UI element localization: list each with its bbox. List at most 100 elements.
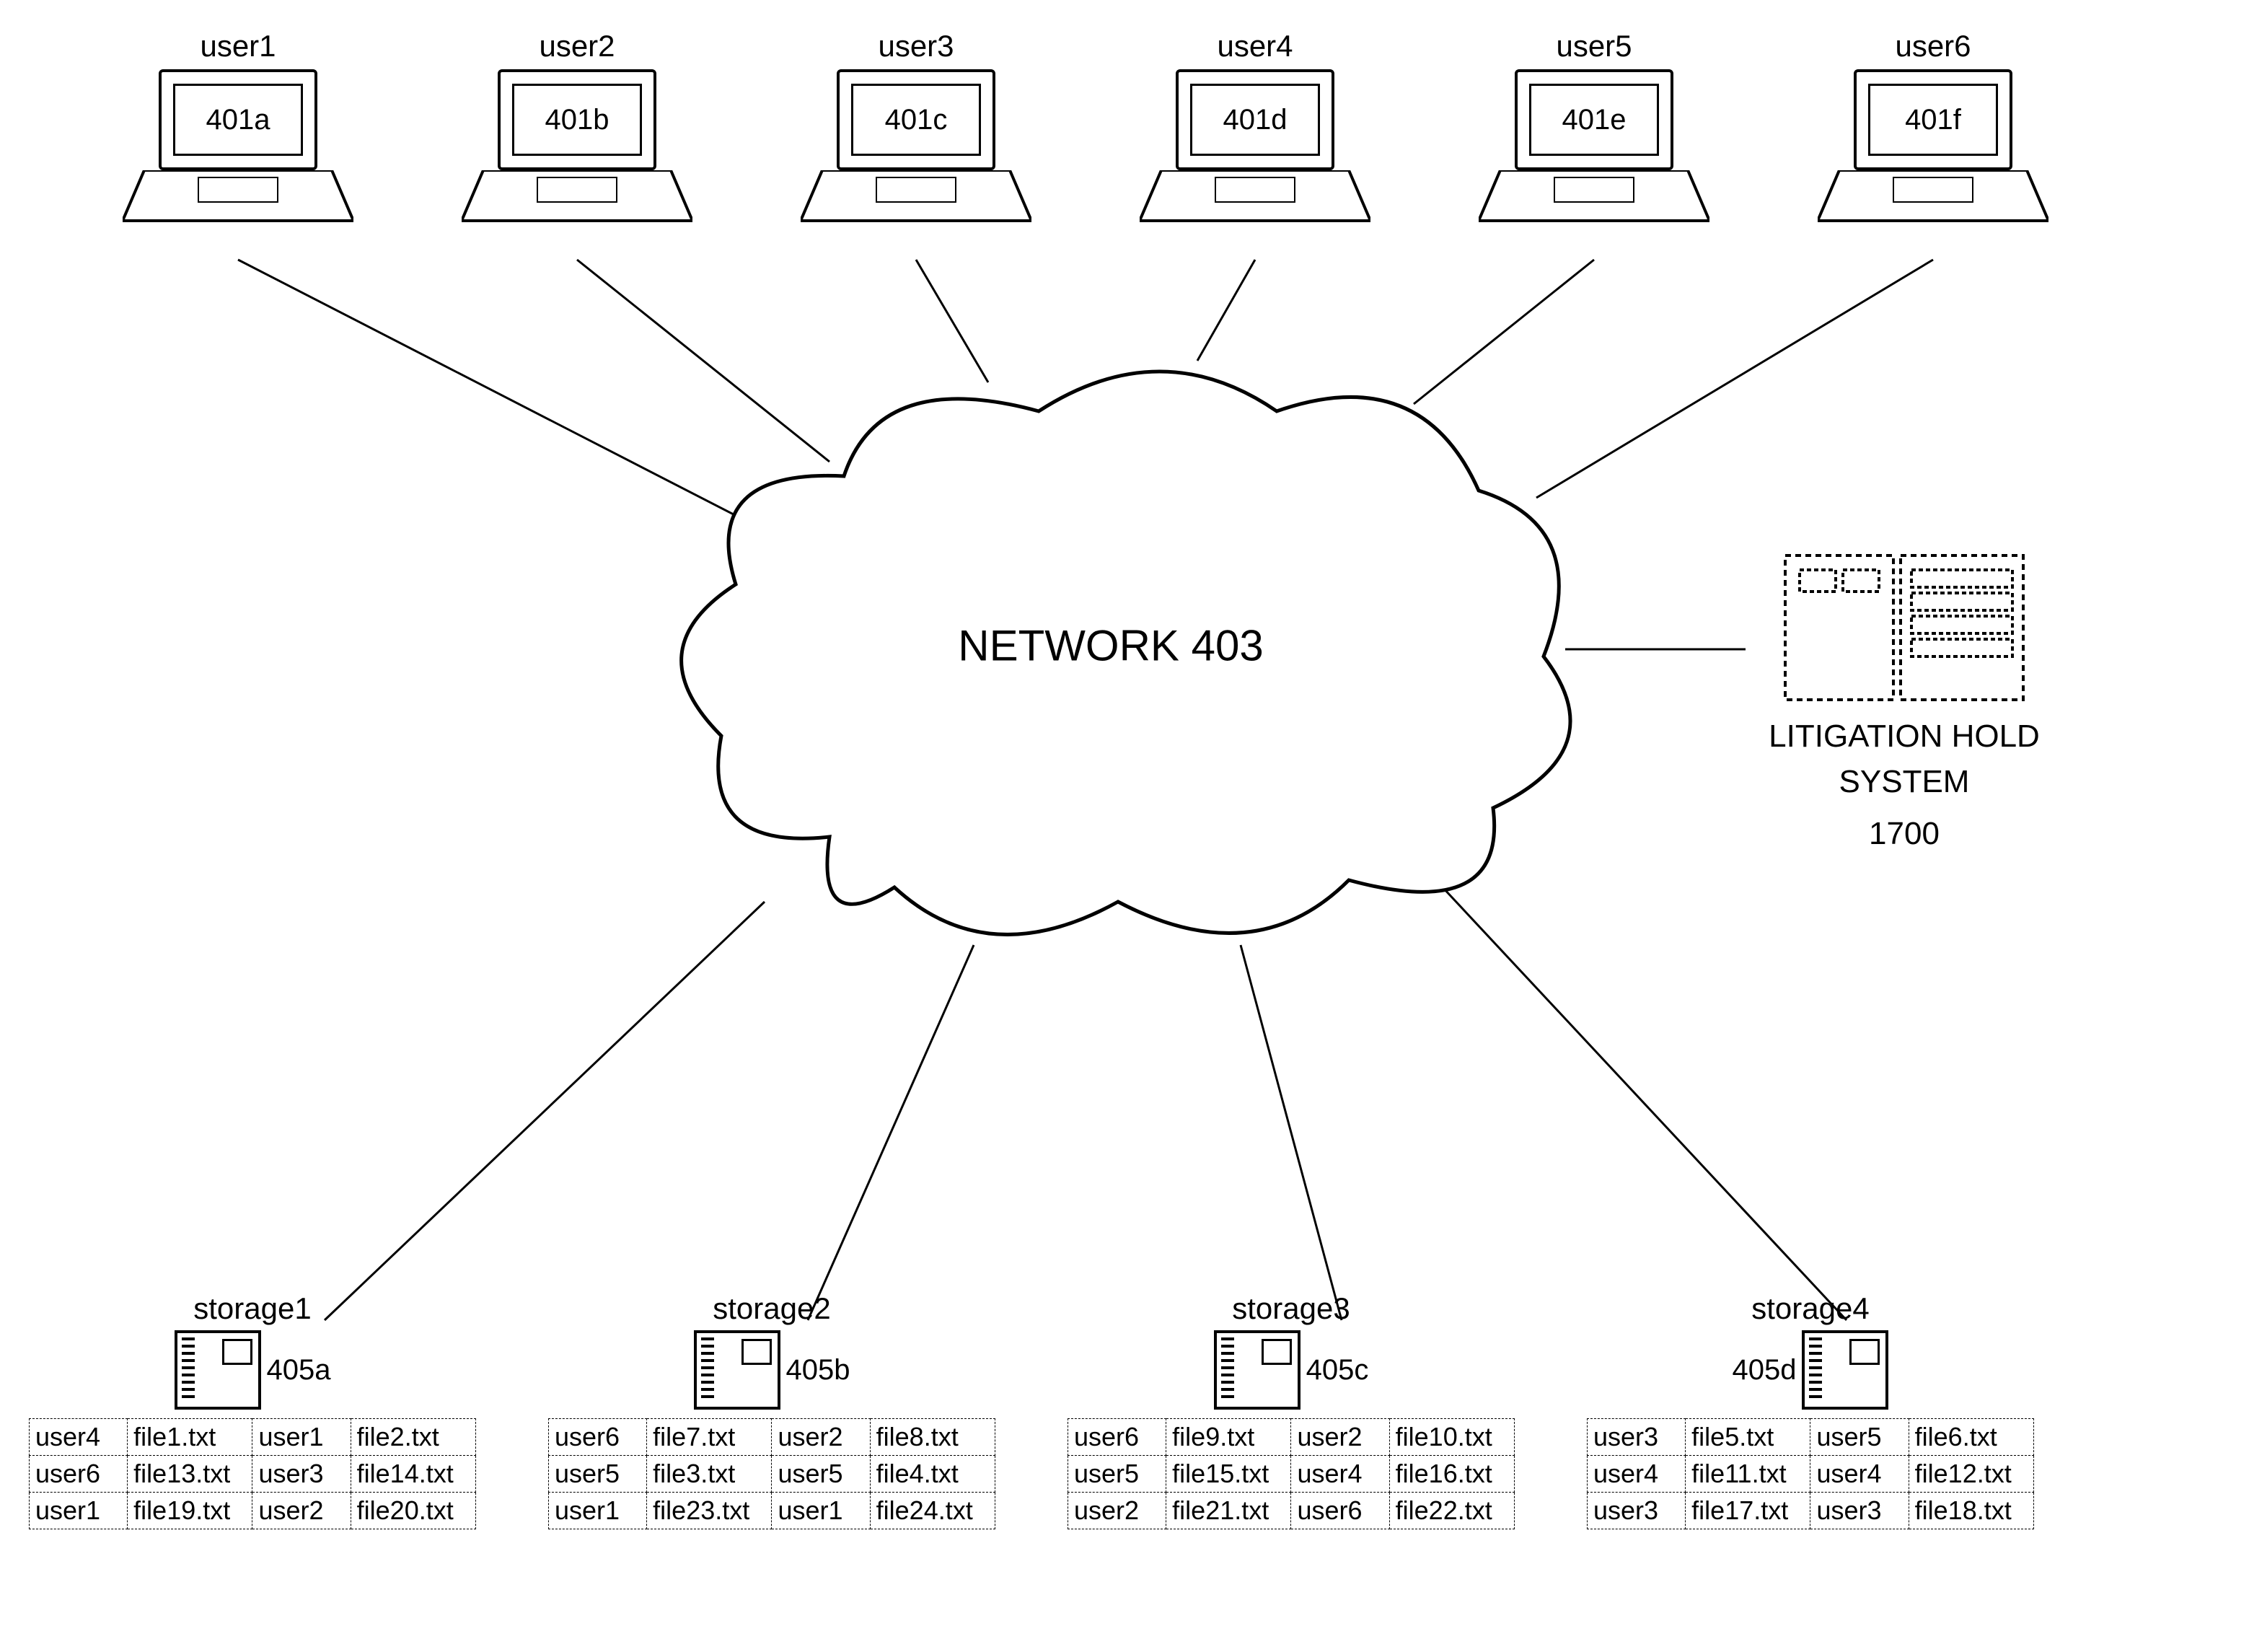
user-label: user4 — [1140, 29, 1370, 63]
cell-user: user6 — [549, 1419, 647, 1456]
server-label-2: SYSTEM — [1731, 763, 2077, 801]
laptop-base-icon — [801, 170, 1031, 235]
laptop-base-icon — [1479, 170, 1709, 235]
server-ref: 1700 — [1731, 816, 2077, 852]
diagram-canvas: user1 401a user2 401b user3 401c user4 — [0, 0, 2249, 1652]
laptop-base-icon — [1140, 170, 1370, 235]
laptop-screen: 401c — [837, 69, 995, 170]
table-row: user3 file17.txt user3 file18.txt — [1588, 1493, 2034, 1529]
laptop-screen: 401d — [1176, 69, 1334, 170]
cell-file: file23.txt — [647, 1493, 772, 1529]
cell-file: file21.txt — [1166, 1493, 1291, 1529]
storage-4: storage4 405d user3 file5.txt user5 file… — [1587, 1291, 2034, 1529]
cell-file: file8.txt — [870, 1419, 995, 1456]
cell-user: user4 — [30, 1419, 128, 1456]
storage-2: storage2 405b user6 file7.txt user2 file… — [548, 1291, 995, 1529]
server-icon — [1778, 548, 2030, 707]
server-label-1: LITIGATION HOLD — [1731, 718, 2077, 756]
storage-ref: 405c — [1306, 1354, 1369, 1387]
table-row: user3 file5.txt user5 file6.txt — [1588, 1419, 2034, 1456]
cell-user: user3 — [1810, 1493, 1909, 1529]
cell-user: user1 — [549, 1493, 647, 1529]
table-row: user5 file15.txt user4 file16.txt — [1068, 1456, 1515, 1493]
laptop-screen: 401f — [1854, 69, 2012, 170]
cell-file: file20.txt — [351, 1493, 475, 1529]
cell-file: file6.txt — [1909, 1419, 2033, 1456]
table-row: user6 file13.txt user3 file14.txt — [30, 1456, 476, 1493]
laptop-base-icon — [462, 170, 692, 235]
laptop-screen: 401b — [498, 69, 656, 170]
laptop-ref: 401e — [1529, 84, 1659, 156]
laptop-ref: 401a — [173, 84, 303, 156]
laptop-user3: user3 401c — [801, 29, 1031, 239]
storage-ref: 405d — [1733, 1354, 1797, 1387]
cell-file: file10.txt — [1389, 1419, 1514, 1456]
table-row: user6 file7.txt user2 file8.txt — [549, 1419, 995, 1456]
laptop-user5: user5 401e — [1479, 29, 1709, 239]
cell-user: user5 — [549, 1456, 647, 1493]
storage-icon — [1214, 1330, 1300, 1410]
cell-user: user6 — [30, 1456, 128, 1493]
cell-file: file1.txt — [128, 1419, 252, 1456]
cell-file: file22.txt — [1389, 1493, 1514, 1529]
storage-table: user4 file1.txt user1 file2.txt user6 fi… — [29, 1418, 476, 1529]
cell-file: file11.txt — [1686, 1456, 1810, 1493]
cell-file: file12.txt — [1909, 1456, 2033, 1493]
cell-file: file19.txt — [128, 1493, 252, 1529]
cell-user: user4 — [1588, 1456, 1686, 1493]
laptop-base-icon — [1818, 170, 2048, 235]
cell-user: user2 — [252, 1493, 351, 1529]
storage-ref: 405b — [786, 1354, 850, 1387]
laptop-ref: 401f — [1868, 84, 1998, 156]
storage-1: storage1 405a user4 file1.txt user1 file… — [29, 1291, 476, 1529]
storage-label: storage4 — [1587, 1291, 2034, 1326]
cell-user: user5 — [1068, 1456, 1166, 1493]
storage-icon — [694, 1330, 780, 1410]
cell-file: file2.txt — [351, 1419, 475, 1456]
user-label: user5 — [1479, 29, 1709, 63]
cell-user: user3 — [1588, 1419, 1686, 1456]
user-label: user2 — [462, 29, 692, 63]
cloud-label: NETWORK 403 — [958, 621, 1263, 671]
table-row: user1 file23.txt user1 file24.txt — [549, 1493, 995, 1529]
laptop-screen: 401e — [1515, 69, 1673, 170]
laptop-ref: 401b — [512, 84, 642, 156]
cell-file: file14.txt — [351, 1456, 475, 1493]
cell-file: file3.txt — [647, 1456, 772, 1493]
storage-ref: 405a — [267, 1354, 331, 1387]
laptop-ref: 401d — [1190, 84, 1320, 156]
storage-table: user6 file7.txt user2 file8.txt user5 fi… — [548, 1418, 995, 1529]
cell-user: user1 — [252, 1419, 351, 1456]
laptop-user4: user4 401d — [1140, 29, 1370, 239]
cell-file: file15.txt — [1166, 1456, 1291, 1493]
network-cloud: NETWORK 403 — [642, 346, 1580, 945]
cell-user: user5 — [1810, 1419, 1909, 1456]
cell-file: file7.txt — [647, 1419, 772, 1456]
cell-file: file24.txt — [870, 1493, 995, 1529]
cell-user: user2 — [1291, 1419, 1389, 1456]
storage-icon — [175, 1330, 261, 1410]
storage-label: storage1 — [29, 1291, 476, 1326]
cell-user: user4 — [1810, 1456, 1909, 1493]
laptop-user6: user6 401f — [1818, 29, 2048, 239]
cell-user: user1 — [772, 1493, 870, 1529]
storage-label: storage2 — [548, 1291, 995, 1326]
cell-user: user1 — [30, 1493, 128, 1529]
cell-file: file16.txt — [1389, 1456, 1514, 1493]
user-label: user3 — [801, 29, 1031, 63]
laptop-user1: user1 401a — [123, 29, 353, 239]
cell-user: user2 — [1068, 1493, 1166, 1529]
laptop-ref: 401c — [851, 84, 981, 156]
table-row: user2 file21.txt user6 file22.txt — [1068, 1493, 1515, 1529]
cell-user: user6 — [1291, 1493, 1389, 1529]
storage-table: user3 file5.txt user5 file6.txt user4 fi… — [1587, 1418, 2034, 1529]
cell-user: user5 — [772, 1456, 870, 1493]
storage-table: user6 file9.txt user2 file10.txt user5 f… — [1068, 1418, 1515, 1529]
cell-file: file17.txt — [1686, 1493, 1810, 1529]
storage-3: storage3 405c user6 file9.txt user2 file… — [1068, 1291, 1515, 1529]
laptop-base-icon — [123, 170, 353, 235]
laptop-user2: user2 401b — [462, 29, 692, 239]
table-row: user1 file19.txt user2 file20.txt — [30, 1493, 476, 1529]
cell-user: user4 — [1291, 1456, 1389, 1493]
cell-file: file18.txt — [1909, 1493, 2033, 1529]
